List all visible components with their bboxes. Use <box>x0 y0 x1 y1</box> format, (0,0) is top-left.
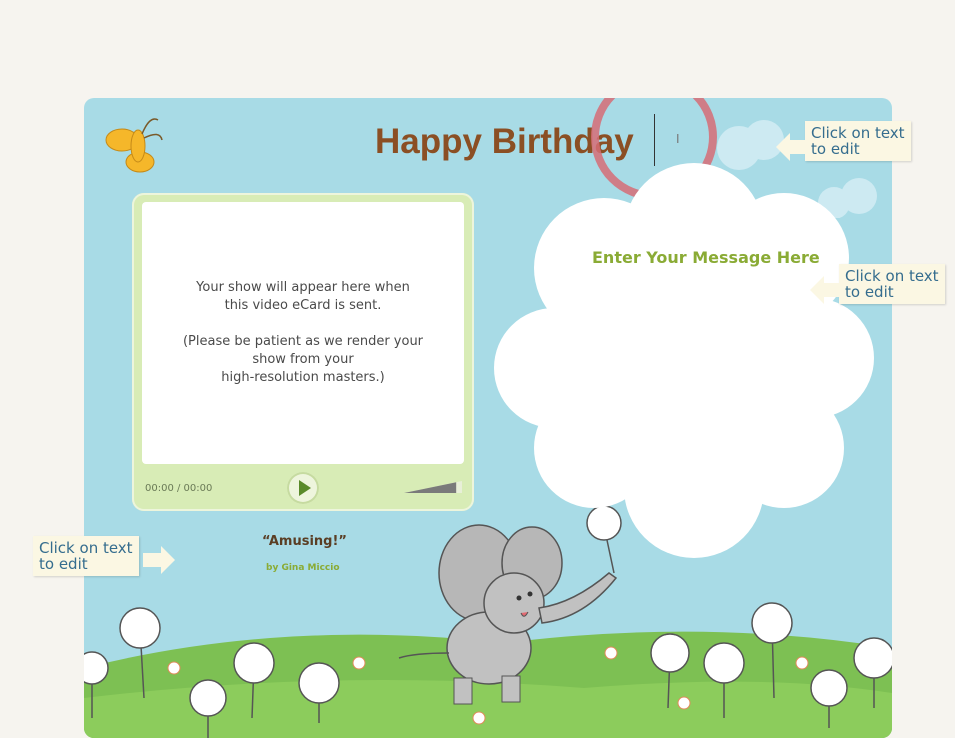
screen-text-line: high-resolution masters.) <box>221 370 385 385</box>
playback-time: 00:00 / 00:00 <box>145 483 213 494</box>
credit-author[interactable]: by Gina Miccio <box>266 563 340 573</box>
edit-hint-credit: Click on text to edit <box>33 536 139 576</box>
screen-text-line: this video eCard is sent. <box>224 298 382 313</box>
arrow-left-icon <box>776 133 808 161</box>
hint-line: to edit <box>39 555 88 573</box>
butterfly-icon <box>105 118 163 173</box>
video-screen: Your show will appear here when this vid… <box>142 202 464 464</box>
screen-text-line: show from your <box>252 352 354 367</box>
edit-hint-message: Click on text to edit <box>839 264 945 304</box>
arrow-right-icon <box>143 546 175 574</box>
arrow-left-icon <box>810 276 842 304</box>
video-player: Your show will appear here when this vid… <box>132 193 474 511</box>
play-button[interactable] <box>287 472 319 504</box>
screen-text-line: (Please be patient as we render your <box>182 334 424 349</box>
screen-text-line: Your show will appear here when <box>196 280 410 295</box>
credit-quote[interactable]: “Amusing!” <box>262 534 347 549</box>
message-cloud <box>494 163 874 558</box>
hint-line: to edit <box>845 283 894 301</box>
ecard: Happy Birthday I Your show will appear h… <box>84 98 892 738</box>
volume-slider[interactable] <box>404 481 462 493</box>
edit-hint-title: Click on text to edit <box>805 121 911 161</box>
hint-line: to edit <box>811 140 860 158</box>
message-text[interactable]: Enter Your Message Here <box>592 248 820 267</box>
